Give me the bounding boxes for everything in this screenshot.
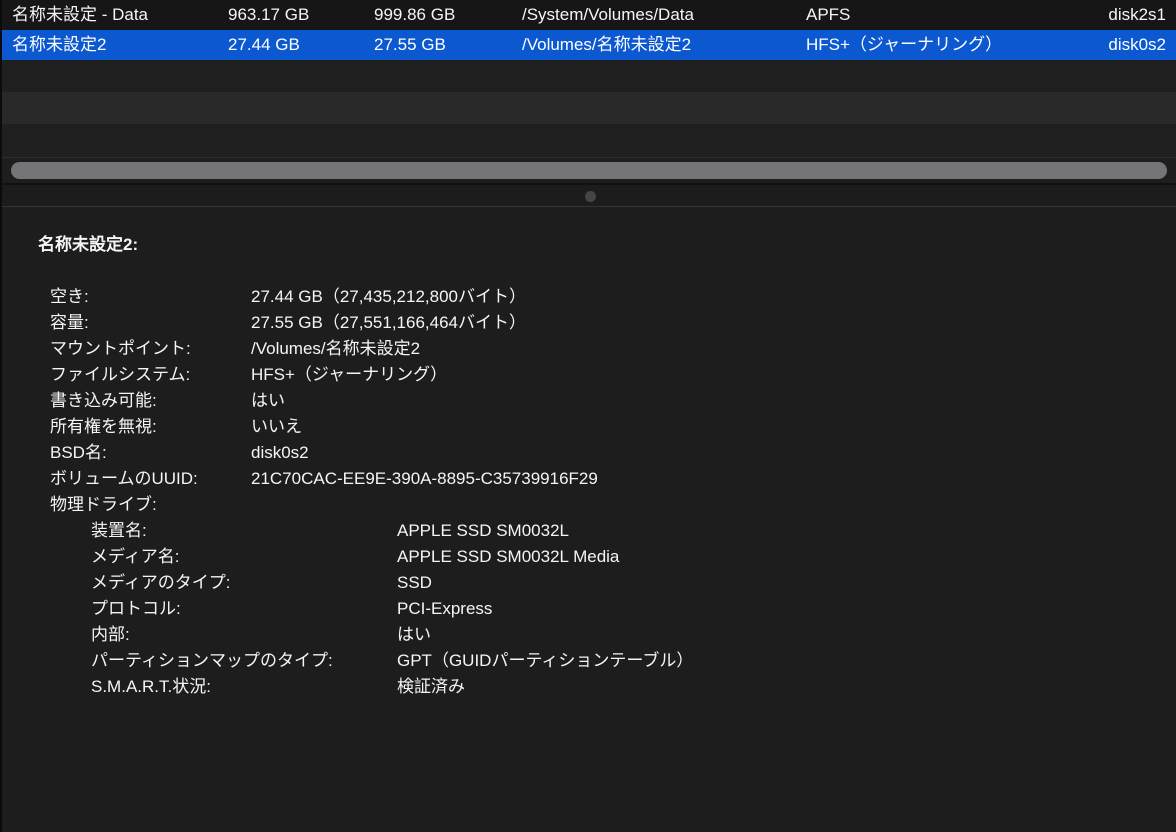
volume-capacity: 27.55 GB [374,35,446,54]
detail-value: disk0s2 [251,443,309,462]
empty-table-row [2,60,1176,92]
detail-value: 27.55 GB（27,551,166,464バイト） [251,313,526,332]
detail-value: HFS+（ジャーナリング） [251,365,448,384]
volume-capacity: 999.86 GB [374,5,456,24]
volume-name: 名称未設定 - Data [12,5,149,24]
pane-splitter[interactable] [2,185,1176,207]
volume-row-data[interactable]: 名称未設定 - Data 963.17 GB 999.86 GB /System… [2,0,1176,30]
volume-mount-point: /System/Volumes/Data [522,5,694,24]
detail-label: 物理ドライブ: [50,495,157,514]
detail-value: /Volumes/名称未設定2 [251,339,421,358]
detail-label: 装置名: [91,521,147,540]
detail-label: S.M.A.R.T.状況: [91,677,211,696]
detail-value [251,492,1176,518]
volume-mount-point: /Volumes/名称未設定2 [522,35,692,54]
detail-label: プロトコル: [91,599,181,618]
detail-row-writable: 書き込み可能: はい [2,388,1176,414]
detail-row-partition-map-type: パーティションマップのタイプ: GPT（GUIDパーティションテーブル） [2,648,1176,674]
volume-free: 963.17 GB [228,5,310,24]
empty-table-row [2,92,1176,124]
empty-table-row [2,124,1176,157]
detail-row-bsd-name: BSD名: disk0s2 [2,440,1176,466]
detail-value: GPT（GUIDパーティションテーブル） [397,651,694,670]
detail-label: 書き込み可能: [50,391,157,410]
detail-value: 21C70CAC-EE9E-390A-8895-C35739916F29 [251,469,598,488]
detail-value: 27.44 GB（27,435,212,800バイト） [251,287,526,306]
detail-row-protocol: プロトコル: PCI-Express [2,596,1176,622]
detail-label: メディア名: [91,547,180,566]
volume-detail-pane: 名称未設定2: 空き: 27.44 GB（27,435,212,800バイト） … [2,208,1176,832]
detail-value: SSD [397,573,432,592]
detail-value: PCI-Express [397,599,493,618]
detail-value: はい [397,625,431,644]
volume-free: 27.44 GB [228,35,300,54]
detail-label: マウントポイント: [50,339,191,358]
detail-label: BSD名: [50,443,107,462]
detail-row-file-system: ファイルシステム: HFS+（ジャーナリング） [2,362,1176,388]
detail-value: APPLE SSD SM0032L Media [397,547,620,566]
detail-row-internal: 内部: はい [2,622,1176,648]
detail-label: ファイルシステム: [50,365,191,384]
detail-value: いいえ [251,417,302,436]
detail-value: はい [251,391,285,410]
detail-row-mount-point: マウントポイント: /Volumes/名称未設定2 [2,336,1176,362]
volume-row-untitled2-selected[interactable]: 名称未設定2 27.44 GB 27.55 GB /Volumes/名称未設定2… [2,30,1176,60]
volume-name: 名称未設定2 [12,35,107,54]
detail-label: 内部: [91,625,130,644]
volume-bsd-name: disk2s1 [1108,5,1166,24]
volume-table: 名称未設定 - Data 963.17 GB 999.86 GB /System… [2,0,1176,157]
detail-label: ボリュームのUUID: [50,469,198,488]
detail-row-smart-status: S.M.A.R.T.状況: 検証済み [2,674,1176,700]
horizontal-scrollbar-thumb[interactable] [11,162,1167,179]
detail-row-free: 空き: 27.44 GB（27,435,212,800バイト） [2,284,1176,310]
detail-row-device-name: 装置名: APPLE SSD SM0032L [2,518,1176,544]
detail-rows: 空き: 27.44 GB（27,435,212,800バイト） 容量: 27.5… [2,284,1176,700]
detail-heading: 名称未設定2: [38,235,139,254]
volume-file-system: HFS+（ジャーナリング） [806,35,1003,54]
volume-bsd-name: disk0s2 [1108,35,1166,54]
detail-label: メディアのタイプ: [91,573,231,592]
detail-label: 容量: [50,313,89,332]
detail-row-media-type: メディアのタイプ: SSD [2,570,1176,596]
horizontal-scrollbar-track[interactable] [2,157,1176,185]
detail-row-media-name: メディア名: APPLE SSD SM0032L Media [2,544,1176,570]
volume-file-system: APFS [806,5,851,24]
splitter-handle-icon[interactable] [585,191,596,202]
detail-label: 空き: [50,287,89,306]
detail-value: APPLE SSD SM0032L [397,521,569,540]
detail-label: パーティションマップのタイプ: [91,651,333,670]
detail-row-capacity: 容量: 27.55 GB（27,551,166,464バイト） [2,310,1176,336]
detail-row-physical-drive: 物理ドライブ: [2,492,1176,518]
detail-row-ignore-ownership: 所有権を無視: いいえ [2,414,1176,440]
detail-label: 所有権を無視: [50,417,157,436]
detail-value: 検証済み [397,677,465,696]
detail-row-volume-uuid: ボリュームのUUID: 21C70CAC-EE9E-390A-8895-C357… [2,466,1176,492]
